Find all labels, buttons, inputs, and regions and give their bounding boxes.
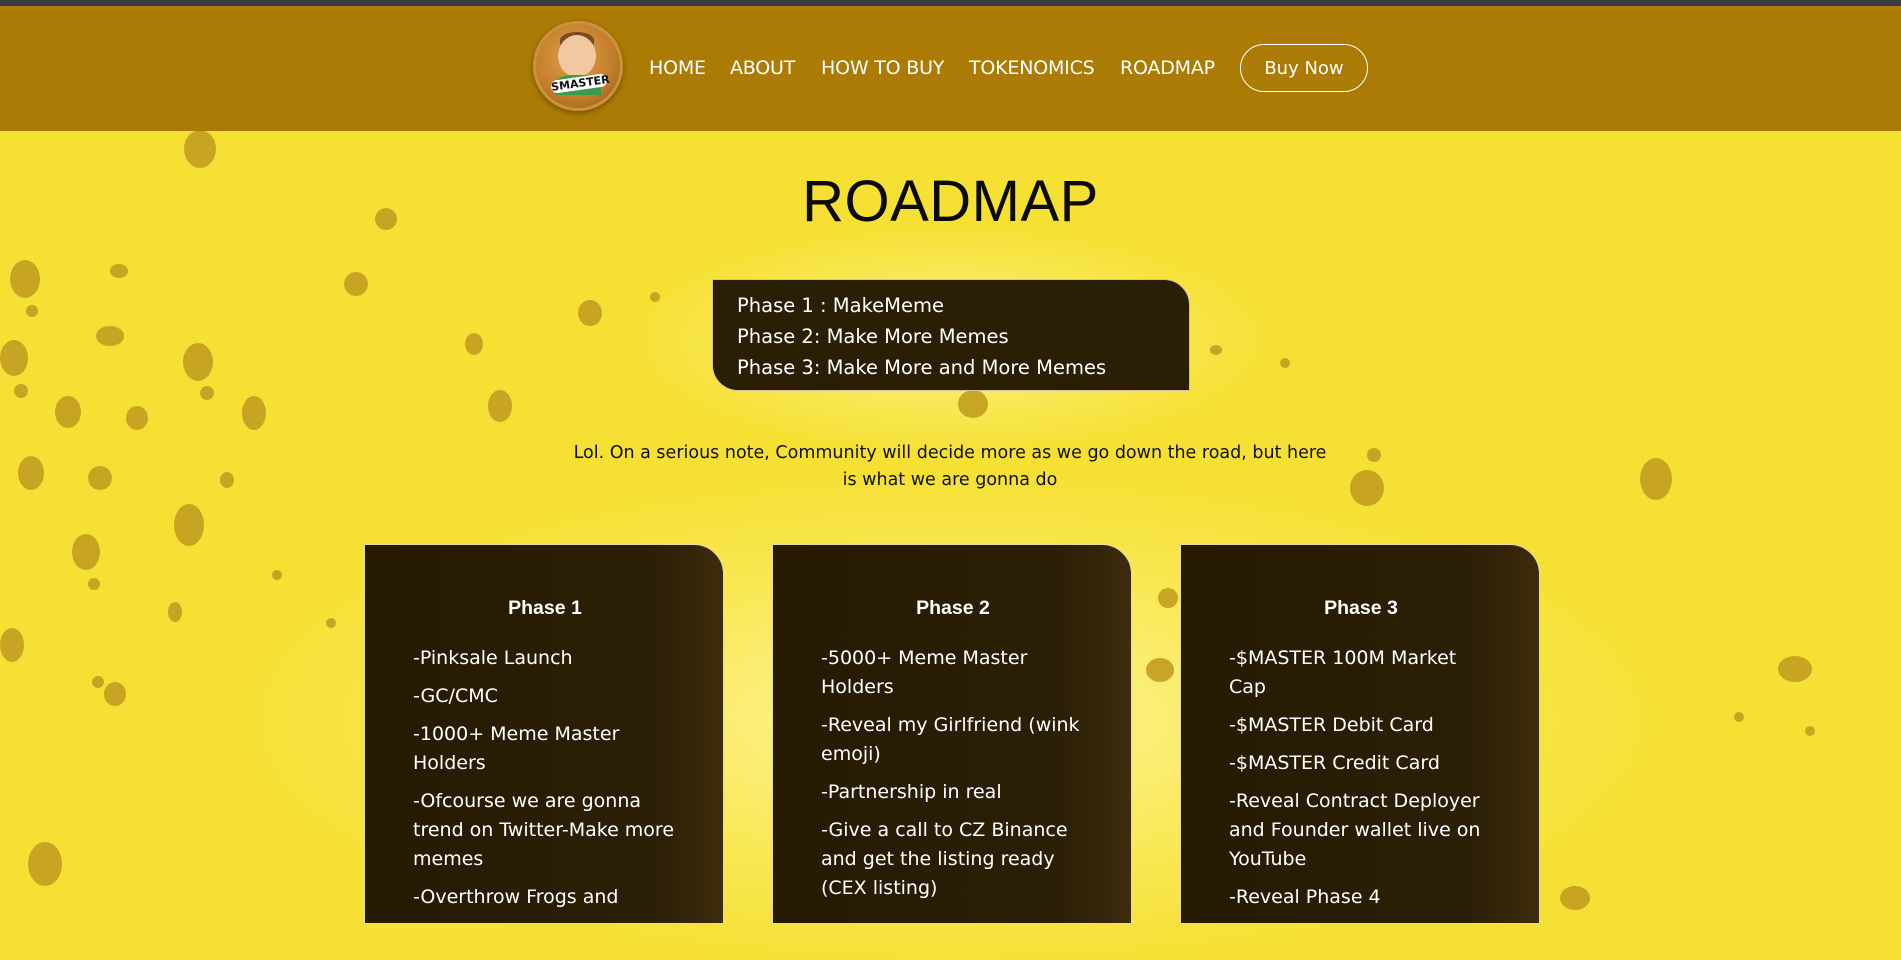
summary-phase-3: Phase 3: Make More and More Memes [737,356,1107,379]
bg-spot [1146,658,1174,682]
site-logo[interactable]: SMASTER [533,21,623,111]
nav-home[interactable]: HOME [649,57,706,79]
bg-spot [1734,712,1744,722]
bg-spot [650,292,660,302]
bg-spot [326,618,336,628]
list-item: -$MASTER 100M Market Cap [1229,647,1457,698]
list-item: -5000+ Meme Master Holders [821,647,1028,698]
summary-phase-2: Phase 2: Make More Memes [737,325,1009,348]
bg-spot [272,570,282,580]
bg-spot [14,384,28,398]
bg-spot [110,264,128,278]
list-item: -GC/CMC [413,685,498,707]
list-item: -Give a call to CZ Binance and get the l… [821,819,1068,899]
bg-spot [958,390,988,418]
bg-spot [104,682,126,706]
list-item: -Overthrow Frogs and [413,886,619,908]
bg-spot [26,305,38,317]
summary-phase-1: Phase 1 : MakeMeme [737,294,944,317]
phase-1-list: -Pinksale Launch -GC/CMC -1000+ Meme Mas… [413,644,677,912]
phase-1-title: Phase 1 [508,597,582,619]
phase-2-card: Phase 2 -5000+ Meme Master Holders -Reve… [772,544,1132,924]
bg-spot [1367,448,1381,462]
buy-now-button[interactable]: Buy Now [1240,44,1368,92]
roadmap-summary: Phase 1 : MakeMeme Phase 2: Make More Me… [712,279,1190,391]
bg-spot [88,578,100,590]
bg-spot [55,396,81,428]
phase-3-card: Phase 3 -$MASTER 100M Market Cap -$MASTE… [1180,544,1540,924]
bg-spot [183,343,213,381]
phase-1-card: Phase 1 -Pinksale Launch -GC/CMC -1000+ … [364,544,724,924]
list-item: -Ofcourse we are gonna trend on Twitter-… [413,790,675,870]
list-item: -1000+ Meme Master Holders [413,723,620,774]
bg-spot [1280,358,1290,368]
bg-spot [72,534,100,570]
bg-spot [1805,726,1815,736]
bg-spot [220,472,234,488]
nav-about[interactable]: ABOUT [730,57,795,79]
bg-spot [1640,458,1672,500]
list-item: -Reveal my Girlfriend (wink emoji) [821,714,1080,765]
navbar: SMASTER HOME ABOUT HOW TO BUY TOKENOMICS… [0,6,1901,131]
bg-spot [344,272,368,296]
bg-spot [465,333,483,355]
bg-spot [0,340,28,376]
list-item: -Pinksale Launch [413,647,573,669]
bg-spot [200,386,214,400]
bg-spot [1158,588,1178,608]
bg-spot [10,260,40,298]
list-item: -Reveal Phase 4 [1229,886,1381,908]
bg-spot [174,504,204,546]
list-item: -$MASTER Credit Card [1229,752,1440,774]
logo-face [558,35,596,77]
bg-spot [488,390,512,422]
bg-spot [1560,886,1590,910]
bg-spot [578,300,602,326]
bg-spot [126,406,148,430]
phase-2-title: Phase 2 [916,597,990,619]
page-title: ROADMAP [802,169,1099,234]
bg-spot [242,396,266,430]
roadmap-note: Lol. On a serious note, Community will d… [573,443,1327,490]
list-item: -Partnership in real [821,781,1002,803]
bg-spot [18,456,44,490]
bg-spot [1778,656,1812,682]
phase-3-list: -$MASTER 100M Market Cap -$MASTER Debit … [1229,644,1493,912]
nav-roadmap[interactable]: ROADMAP [1120,57,1215,79]
bg-spot [184,130,216,168]
list-item: -Reveal Contract Deployer and Founder wa… [1229,790,1481,870]
bg-spot [1210,345,1222,355]
list-item: -$MASTER Debit Card [1229,714,1434,736]
bg-spot [96,326,124,346]
bg-spot [168,602,182,622]
bg-spot [88,466,112,490]
nav-tokenomics[interactable]: TOKENOMICS [969,57,1095,79]
bg-spot [1350,470,1384,506]
phase-3-title: Phase 3 [1324,597,1398,619]
bg-spot [92,676,104,688]
nav-how-to-buy[interactable]: HOW TO BUY [821,57,944,79]
bg-spot [28,842,62,886]
bg-spot [0,628,24,662]
phase-2-list: -5000+ Meme Master Holders -Reveal my Gi… [821,644,1085,903]
